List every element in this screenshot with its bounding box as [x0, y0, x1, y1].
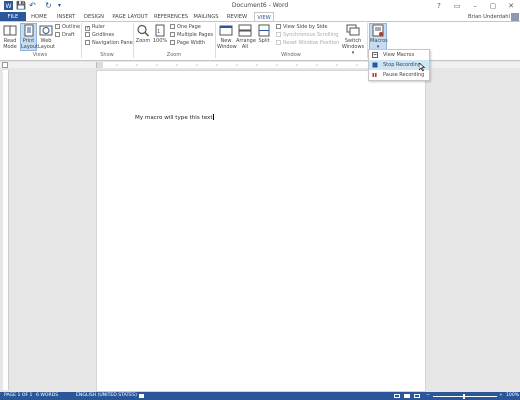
zoom-out-icon[interactable]: − [426, 392, 430, 400]
arrange-all-label: Arrange All [236, 38, 256, 50]
print-layout-button[interactable]: Print Layout [20, 23, 38, 51]
read-mode-label: Read Mode [3, 38, 17, 50]
reset-position-icon [276, 40, 281, 45]
close-button[interactable]: ✕ [502, 0, 520, 12]
side-by-side-icon [276, 24, 281, 29]
sync-scrolling-icon [276, 32, 281, 37]
macros-dropdown-menu: View Macros Stop Recording Pause Recordi… [368, 49, 430, 81]
status-bar: PAGE 1 OF 1 6 WORDS ENGLISH (UNITED STAT… [0, 392, 520, 400]
document-body-text[interactable]: My macro will type this text [135, 114, 214, 121]
web-layout-icon [39, 25, 53, 36]
view-macros-icon [372, 52, 378, 58]
reset-window-position-button: Reset Window Position [276, 40, 339, 47]
help-button[interactable]: ? [430, 0, 448, 12]
macro-recording-icon[interactable] [139, 394, 144, 398]
multiple-pages-icon [170, 32, 175, 37]
split-button[interactable]: Split [256, 24, 272, 44]
checkbox-icon [85, 32, 90, 37]
stop-recording-icon [372, 62, 378, 68]
ribbon-display-options-button[interactable]: ▭ [448, 0, 466, 12]
arrange-all-button[interactable]: Arrange All [236, 24, 256, 50]
zoom-slider[interactable] [433, 396, 497, 397]
page-width-icon [170, 40, 175, 45]
multiple-pages-button[interactable]: Multiple Pages [170, 32, 213, 39]
window-group-label: Window [281, 52, 301, 58]
navigation-pane-checkbox[interactable]: Navigation Pane [85, 40, 133, 47]
menu-item-label: Pause Recording [383, 72, 425, 78]
draft-icon [55, 32, 60, 37]
outline-button[interactable]: Outline [55, 24, 80, 31]
zoom-magnifier-icon [137, 24, 150, 37]
synchronous-scrolling-button: Synchronous Scrolling [276, 32, 338, 39]
zoom-100-icon: 1 [155, 24, 165, 37]
checkbox-icon [85, 40, 90, 45]
one-page-label: One Page [177, 24, 201, 30]
switch-windows-icon [346, 24, 360, 36]
zoom-group-label: Zoom [166, 52, 182, 58]
outline-label: Outline [62, 24, 81, 30]
document-text: My macro will type this text [135, 115, 213, 121]
word-count-status[interactable]: 6 WORDS [36, 392, 58, 400]
gridlines-checkbox[interactable]: Gridlines [85, 32, 114, 39]
zoom-label: Zoom [135, 38, 151, 44]
web-layout-label: Web Layout [38, 38, 55, 50]
gridlines-label: Gridlines [92, 32, 115, 38]
vertical-ruler[interactable] [3, 70, 9, 390]
multiple-pages-label: Multiple Pages [177, 32, 214, 38]
zoom-level[interactable]: 100% [506, 392, 519, 400]
svg-text:1: 1 [157, 29, 160, 35]
read-mode-button[interactable]: Read Mode [2, 24, 18, 50]
read-mode-icon [3, 25, 17, 36]
menu-item-label: Stop Recording [383, 62, 421, 68]
web-layout-view-icon[interactable] [414, 394, 420, 398]
new-window-button[interactable]: New Window [217, 24, 237, 50]
macros-icon [372, 24, 384, 37]
reset-window-position-label: Reset Window Position [283, 40, 340, 46]
one-page-icon [170, 24, 175, 29]
restore-button[interactable]: ▢ [484, 0, 502, 12]
views-group-label: Views [32, 52, 48, 58]
ruler-label: Ruler [92, 24, 105, 30]
new-window-label: New Window [217, 38, 237, 50]
zoom-100-button[interactable]: 1 100% [152, 24, 168, 44]
draft-button[interactable]: Draft [55, 32, 75, 39]
read-mode-view-icon[interactable] [394, 394, 400, 398]
view-side-by-side-label: View Side by Side [283, 24, 328, 30]
user-avatar[interactable] [511, 13, 519, 21]
page-count-status[interactable]: PAGE 1 OF 1 [4, 392, 32, 400]
ruler-checkbox[interactable]: ✓ Ruler [85, 24, 105, 31]
web-layout-button[interactable]: Web Layout [38, 24, 55, 50]
macros-button[interactable]: Macros ▾ [369, 23, 388, 50]
page-width-label: Page Width [177, 40, 206, 46]
draft-label: Draft [62, 32, 75, 38]
print-layout-label: Print Layout [21, 38, 38, 50]
menu-item-pause-recording[interactable]: Pause Recording [369, 70, 429, 80]
synchronous-scrolling-label: Synchronous Scrolling [283, 32, 339, 38]
tab-selector-icon[interactable] [2, 62, 8, 68]
checkmark-icon: ✓ [85, 25, 91, 31]
print-layout-view-icon[interactable] [404, 394, 410, 398]
text-cursor [212, 114, 214, 120]
split-icon [258, 24, 270, 37]
new-window-icon [219, 25, 233, 36]
menu-item-label: View Macros [383, 52, 415, 58]
zoom-in-icon[interactable]: + [499, 392, 503, 400]
menu-item-view-macros[interactable]: View Macros [369, 50, 429, 60]
view-side-by-side-button[interactable]: View Side by Side [276, 24, 327, 31]
navigation-pane-label: Navigation Pane [92, 40, 133, 46]
zoom-button[interactable]: Zoom [135, 24, 151, 44]
pause-recording-icon [372, 73, 377, 77]
outline-icon [55, 24, 60, 29]
show-group-label: Show [100, 52, 114, 58]
zoom-slider-thumb[interactable] [463, 394, 465, 399]
language-status[interactable]: ENGLISH (UNITED STATES) [76, 392, 137, 400]
zoom-100-label: 100% [152, 38, 168, 44]
print-layout-icon [24, 24, 33, 37]
page-width-button[interactable]: Page Width [170, 40, 205, 47]
split-label: Split [258, 38, 270, 44]
menu-item-stop-recording[interactable]: Stop Recording [369, 60, 429, 72]
arrange-all-icon [238, 24, 252, 37]
one-page-button[interactable]: One Page [170, 24, 201, 31]
minimize-button[interactable]: – [466, 0, 484, 12]
